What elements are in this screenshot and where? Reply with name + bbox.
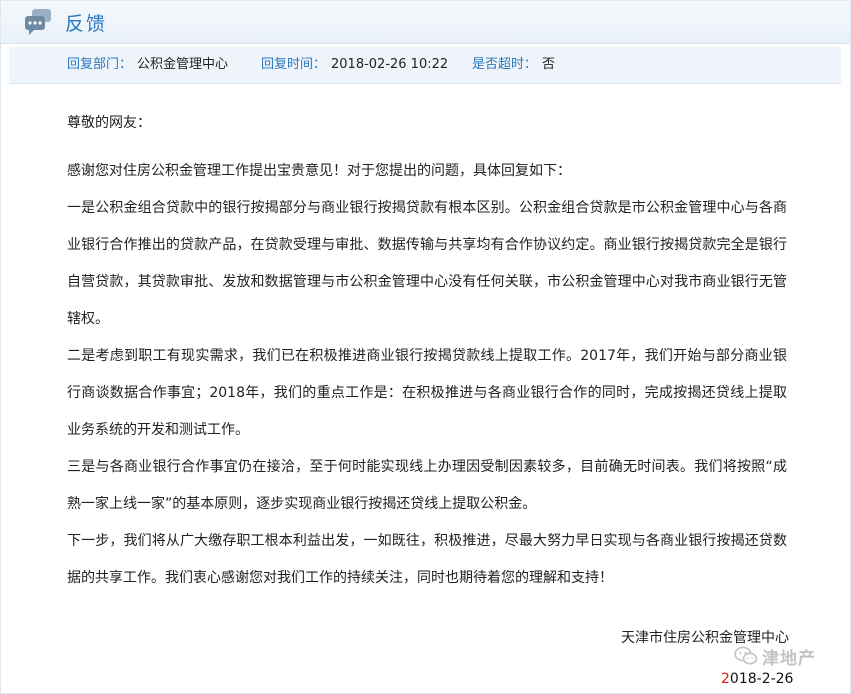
paragraph-point-one: 一是公积金组合贷款中的银行按揭部分与商业银行按揭贷款有根本区别。公积金组合贷款是…	[67, 200, 787, 327]
signature-date-first-digit: 2	[721, 671, 730, 687]
page-title: 反馈	[65, 13, 108, 35]
greeting: 尊敬的网友：	[67, 115, 151, 131]
time-label: 回复时间：	[261, 57, 327, 72]
dept-label: 回复部门：	[67, 57, 133, 72]
watermark-text: 津地产	[762, 648, 816, 669]
signature-date: 2018-2-26	[721, 671, 793, 687]
paragraph-intro: 感谢您对住房公积金管理工作提出宝贵意见！对于您提出的问题，具体回复如下：	[67, 163, 571, 179]
watermark: 津地产	[734, 645, 816, 669]
paragraph-next-step: 下一步，我们将从广大缴存职工根本利益出发，一如既往，积极推进，尽最大努力早日实现…	[67, 533, 787, 586]
header-bar: 反馈	[1, 1, 850, 44]
dept-value: 公积金管理中心	[137, 57, 229, 72]
wechat-icon	[734, 646, 758, 666]
feedback-page: 反馈 回复部门： 公积金管理中心 回复时间： 2018-02-26 10:22 …	[0, 0, 851, 694]
reply-content: 尊敬的网友： 感谢您对住房公积金管理工作提出宝贵意见！对于您提出的问题，具体回复…	[67, 105, 787, 597]
reply-meta-bar: 回复部门： 公积金管理中心 回复时间： 2018-02-26 10:22 是否超…	[9, 47, 841, 84]
time-value: 2018-02-26 10:22	[331, 57, 449, 72]
overdue-value: 否	[542, 57, 556, 72]
chat-bubbles-icon	[23, 7, 53, 37]
paragraph-point-two: 二是考虑到职工有现实需求，我们已在积极推进商业银行按揭贷款线上提取工作。2017…	[67, 348, 787, 438]
signature-date-rest: 018-2-26	[729, 671, 794, 687]
paragraph-point-three: 三是与各商业银行合作事宜仍在接洽，至于何时能实现线上办理因受制因素较多，目前确无…	[67, 459, 787, 512]
overdue-label: 是否超时：	[472, 57, 538, 72]
